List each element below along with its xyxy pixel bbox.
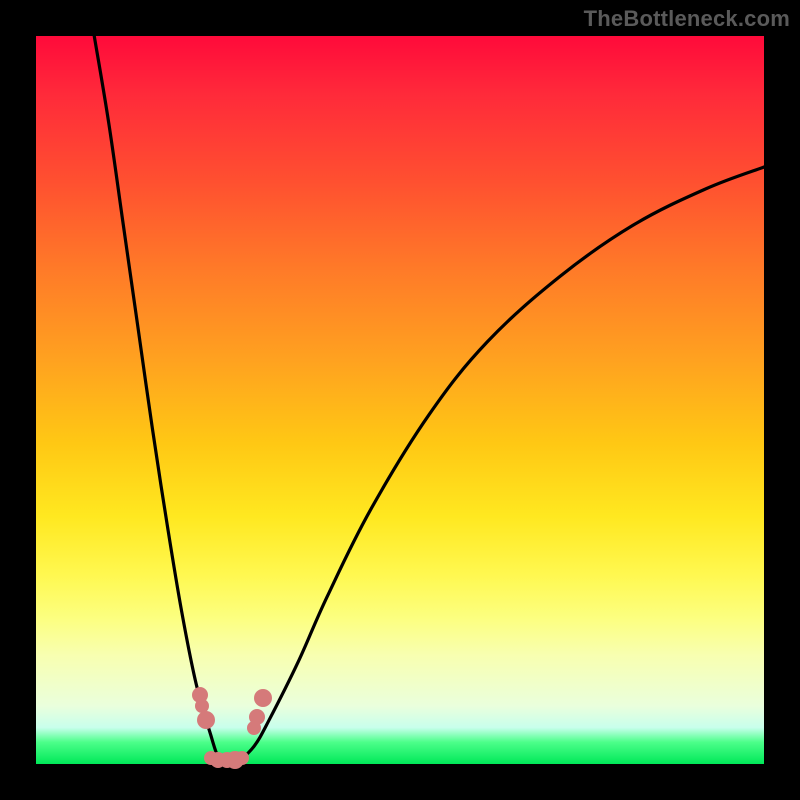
data-marker [254, 689, 272, 707]
watermark-text: TheBottleneck.com [584, 6, 790, 32]
curve-svg [36, 36, 764, 764]
right-branch-curve [233, 167, 764, 764]
left-branch-curve [94, 36, 232, 764]
data-marker [249, 709, 265, 725]
data-marker [235, 751, 249, 765]
data-marker [197, 711, 215, 729]
plot-area [36, 36, 764, 764]
chart-frame: TheBottleneck.com [0, 0, 800, 800]
